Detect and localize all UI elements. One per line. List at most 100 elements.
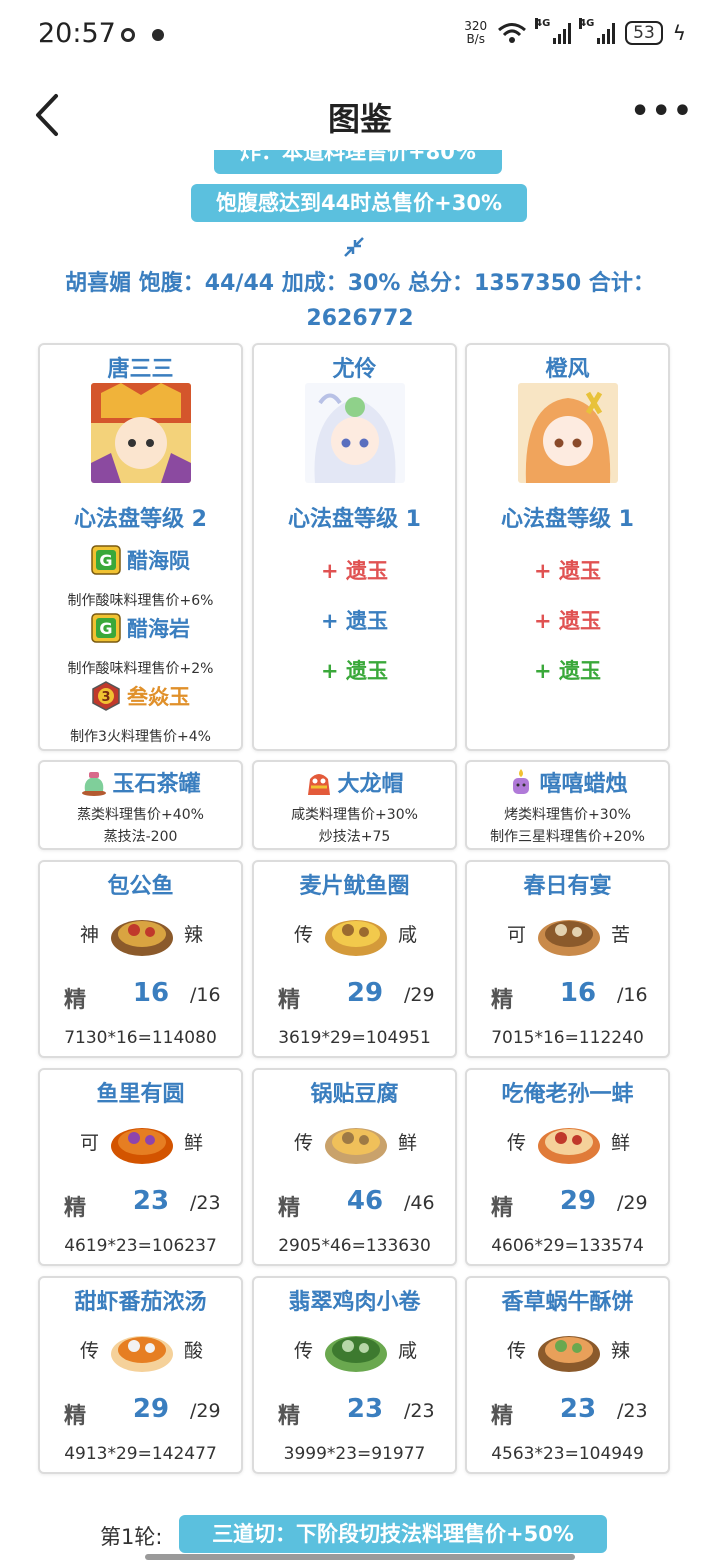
chef-level: 心法盘等级 2: [74, 507, 207, 532]
dish-image: [538, 1336, 600, 1372]
network-type-1: 4G: [535, 18, 551, 29]
hexagon-3-jade-icon: 3: [92, 681, 120, 711]
add-jade-slot-red[interactable]: + 遗玉: [467, 555, 668, 585]
nav-bar: 图鉴 •••: [0, 72, 720, 158]
buff-satiety-pill: 饱腹感达到44时总售价+30%: [191, 184, 527, 222]
dish-quality-label: 精: [64, 1404, 87, 1429]
jade-name: 叁焱玉: [127, 685, 190, 709]
add-jade-slot-blue[interactable]: + 遗玉: [254, 605, 455, 635]
summary-line-1: 胡喜媚 饱腹：44/44 加成：30% 总分：1357350 合计：: [65, 271, 655, 296]
dish-rank: 神: [80, 924, 100, 946]
dish-max: /29: [190, 1400, 221, 1422]
dish-taste: 鲜: [398, 1132, 418, 1154]
jade-row-2[interactable]: G 醋海岩: [40, 613, 241, 643]
dish-count[interactable]: 29: [553, 1186, 603, 1216]
page-title: 图鉴: [327, 100, 392, 138]
tool-effect: 咸类料理售价+30%: [291, 807, 418, 823]
jade-row-3[interactable]: 3 叁焱玉: [40, 681, 241, 711]
dish-quality-label: 精: [491, 988, 514, 1013]
dish-card[interactable]: 吃俺老孙一蚌传 鲜精 29/29 4606*29=133574: [465, 1068, 670, 1266]
chef-name: 橙风: [545, 357, 590, 382]
dish-score-formula: 2905*46=133630: [278, 1236, 431, 1256]
tool-effect: 烤类料理售价+30%: [504, 807, 631, 823]
dish-card[interactable]: 香草蜗牛酥饼传 辣精 23/23 4563*23=104949: [465, 1276, 670, 1474]
dish-taste: 咸: [398, 924, 418, 946]
dish-card[interactable]: 甜虾番茄浓汤传 酸精 29/29 4913*29=142477: [38, 1276, 243, 1474]
svg-text:G: G: [99, 619, 112, 638]
chef-card-1[interactable]: 唐三三 心法盘等级 2 G 醋海陨 制作酸味料理售价+6% G 醋海岩 制作酸味…: [38, 343, 243, 751]
dish-rank: 可: [507, 924, 527, 946]
dish-taste: 酸: [184, 1340, 204, 1362]
green-g-jade-icon: G: [91, 545, 121, 575]
round-label: 第1轮:: [100, 1525, 163, 1549]
dish-count[interactable]: 23: [126, 1186, 176, 1216]
dish-card[interactable]: 包公鱼神 辣精 16/16 7130*16=114080: [38, 860, 243, 1058]
dish-card[interactable]: 锅贴豆腐传 鲜精 46/46 2905*46=133630: [252, 1068, 457, 1266]
more-options-icon[interactable]: •••: [630, 94, 694, 129]
dish-card[interactable]: 翡翠鸡肉小卷传 咸精 23/23 3999*23=91977: [252, 1276, 457, 1474]
add-jade-slot-red[interactable]: + 遗玉: [254, 555, 455, 585]
tool-effect: 蒸技法-200: [103, 829, 178, 845]
chef-level: 心法盘等级 1: [288, 507, 421, 532]
buff-fry-text: 炸：本道料理售价+80%: [240, 150, 476, 164]
status-right-group: 320 B/s 4G 4G 53 ϟ: [464, 18, 686, 46]
tool-card-1[interactable]: 玉石茶罐 蒸类料理售价+40% 蒸技法-200: [38, 760, 243, 850]
dish-card[interactable]: 鱼里有圆可 鲜精 23/23 4619*23=106237: [38, 1068, 243, 1266]
dish-name: 锅贴豆腐: [310, 1082, 399, 1107]
tool-card-2[interactable]: 大龙帽 咸类料理售价+30% 炒技法+75: [252, 760, 457, 850]
dish-name: 甜虾番茄浓汤: [74, 1290, 207, 1315]
buff-fry-pill: 炸：本道料理售价+80%: [214, 150, 502, 174]
dish-image: [538, 1128, 600, 1164]
chef-card-2[interactable]: 尤伶 心法盘等级 1 + 遗玉 + 遗玉 + 遗玉: [252, 343, 457, 751]
dish-card[interactable]: 春日有宴可 苦精 16/16 7015*16=112240: [465, 860, 670, 1058]
add-jade-slot-red[interactable]: + 遗玉: [467, 605, 668, 635]
dish-max: /16: [190, 984, 221, 1006]
dish-count[interactable]: 46: [340, 1186, 390, 1216]
jade-desc: 制作酸味料理售价+2%: [67, 661, 214, 677]
chef-avatar: [305, 383, 405, 483]
tool-name: 嘻嘻蜡烛: [539, 772, 628, 797]
round-row: 第1轮: 三道切：下阶段切技法料理售价+50%: [0, 1515, 720, 1555]
jade-name: 醋海岩: [127, 617, 190, 641]
dish-score-formula: 7015*16=112240: [491, 1028, 644, 1048]
wifi-icon: [498, 23, 527, 43]
add-jade-slot-green[interactable]: + 遗玉: [254, 655, 455, 685]
dish-quality-label: 精: [64, 1196, 87, 1221]
dish-count[interactable]: 29: [340, 978, 390, 1008]
tool-name: 大龙帽: [337, 772, 404, 797]
chef-level: 心法盘等级 1: [501, 507, 634, 532]
collapse-arrows-icon[interactable]: [343, 236, 365, 258]
tool-title: 嘻嘻蜡烛: [467, 766, 668, 798]
dish-image: [325, 1128, 387, 1164]
dish-count[interactable]: 16: [553, 978, 603, 1008]
dish-image: [111, 920, 173, 956]
chef-name: 尤伶: [332, 357, 377, 382]
dish-image: [325, 920, 387, 956]
dish-taste: 鲜: [184, 1132, 204, 1154]
dish-taste: 辣: [611, 1340, 631, 1362]
dish-count[interactable]: 16: [126, 978, 176, 1008]
dish-count[interactable]: 29: [126, 1394, 176, 1424]
dish-name: 麦片鱿鱼圈: [299, 874, 410, 899]
add-jade-slot-green[interactable]: + 遗玉: [467, 655, 668, 685]
dish-rank: 传: [294, 1340, 314, 1362]
jade-row-1[interactable]: G 醋海陨: [40, 545, 241, 575]
dish-quality-label: 精: [491, 1404, 514, 1429]
dish-max: /23: [404, 1400, 435, 1422]
dish-card[interactable]: 麦片鱿鱼圈传 咸精 29/29 3619*29=104951: [252, 860, 457, 1058]
dish-quality-label: 精: [64, 988, 87, 1013]
chef-card-3[interactable]: 橙风 心法盘等级 1 + 遗玉 + 遗玉 + 遗玉: [465, 343, 670, 751]
dish-rank: 传: [80, 1340, 100, 1362]
tool-title: 玉石茶罐: [40, 766, 241, 798]
home-indicator[interactable]: [145, 1554, 575, 1560]
dish-count[interactable]: 23: [553, 1394, 603, 1424]
dish-count[interactable]: 23: [340, 1394, 390, 1424]
dish-name: 包公鱼: [107, 874, 174, 899]
candle-icon: [513, 769, 530, 794]
dish-max: /23: [190, 1192, 221, 1214]
svg-text:G: G: [99, 551, 112, 570]
tool-card-3[interactable]: 嘻嘻蜡烛 烤类料理售价+30% 制作三星料理售价+20%: [465, 760, 670, 850]
summary-total: 2626772: [306, 306, 414, 331]
dish-quality-label: 精: [278, 988, 301, 1013]
dish-taste: 咸: [398, 1340, 418, 1362]
